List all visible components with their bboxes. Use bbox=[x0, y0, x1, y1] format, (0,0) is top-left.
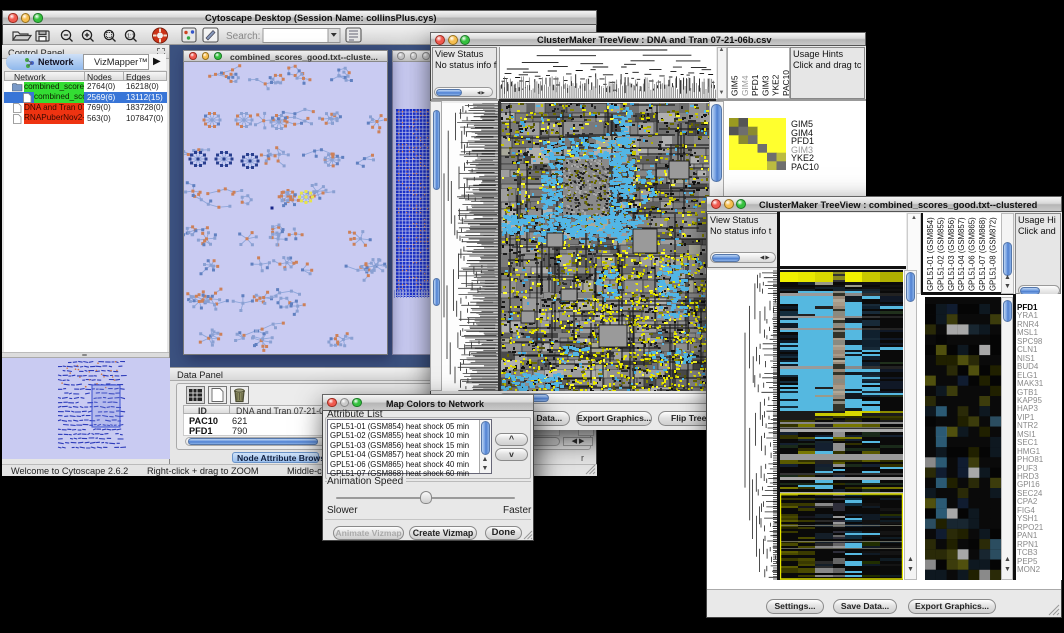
svg-text:GPL51-04 (GSM857): GPL51-04 (GSM857) bbox=[957, 217, 966, 291]
svg-text:GPL51-03 (GSM856): GPL51-03 (GSM856) bbox=[947, 217, 956, 291]
svg-text:GPL51-01 (GSM854): GPL51-01 (GSM854) bbox=[926, 217, 935, 291]
svg-text:PAC10: PAC10 bbox=[781, 70, 790, 96]
svg-text:GIM5: GIM5 bbox=[730, 75, 740, 96]
svg-text:Search:: Search: bbox=[226, 31, 260, 42]
svg-text:PFD1: PFD1 bbox=[750, 74, 760, 96]
svg-text:YKE2: YKE2 bbox=[771, 74, 781, 96]
svg-text:1:1: 1:1 bbox=[127, 34, 135, 40]
svg-text:GPL51-08 (GSM872): GPL51-08 (GSM872) bbox=[988, 217, 997, 291]
svg-text:GPL51-06 (GSM865): GPL51-06 (GSM865) bbox=[968, 217, 977, 291]
svg-text:GPL51-07 (GSM868): GPL51-07 (GSM868) bbox=[978, 217, 987, 291]
svg-text:GIM4: GIM4 bbox=[740, 75, 750, 96]
svg-text:GIM3: GIM3 bbox=[760, 75, 770, 96]
svg-text:GPL51-02 (GSM855): GPL51-02 (GSM855) bbox=[936, 217, 945, 291]
